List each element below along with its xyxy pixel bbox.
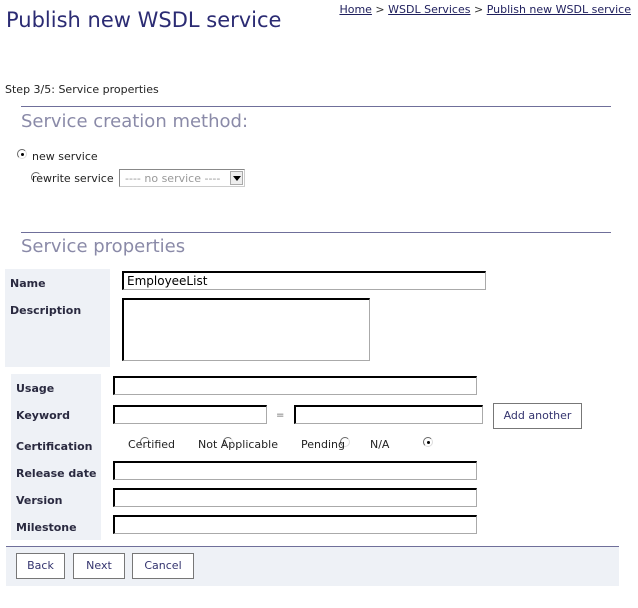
next-button[interactable]: Next [73, 553, 125, 579]
cancel-button[interactable]: Cancel [132, 553, 194, 579]
step-indicator: Step 3/5: Service properties [5, 83, 159, 96]
label-column [11, 374, 101, 540]
new-service-radio[interactable] [17, 149, 27, 159]
back-button[interactable]: Back [16, 553, 65, 579]
version-input[interactable] [113, 488, 477, 507]
release-date-label: Release date [16, 467, 97, 480]
keyword-equals-sign: = [276, 410, 285, 421]
usage-label: Usage [16, 382, 55, 395]
certification-na-label: N/A [370, 438, 390, 451]
add-another-keyword-button[interactable]: Add another [493, 403, 582, 429]
name-input-value: EmployeeList [127, 274, 208, 288]
breadcrumb-wsdl-services-link[interactable]: WSDL Services [388, 3, 470, 16]
section-divider [21, 106, 611, 107]
milestone-input[interactable] [113, 515, 477, 534]
certification-na-radio[interactable] [422, 437, 433, 447]
description-textarea[interactable] [122, 298, 370, 361]
breadcrumb-separator: > [473, 3, 484, 16]
service-select[interactable]: ---- no service ---- [119, 169, 245, 187]
section-divider [21, 232, 611, 233]
breadcrumb-publish-link[interactable]: Publish new WSDL service [487, 3, 631, 16]
breadcrumb-separator: > [375, 3, 385, 16]
keyword-label: Keyword [16, 409, 70, 422]
page-title: Publish new WSDL service [6, 8, 282, 32]
name-label: Name [10, 277, 46, 290]
creation-method-heading: Service creation method: [21, 111, 249, 132]
breadcrumb-home-link[interactable]: Home [339, 3, 371, 16]
release-date-input[interactable] [113, 461, 477, 480]
certification-certified-label: Certified [128, 438, 176, 451]
name-input[interactable]: EmployeeList [122, 271, 486, 290]
certification-label: Certification [16, 440, 93, 453]
version-label: Version [16, 494, 63, 507]
keyword-value-input[interactable] [294, 405, 483, 424]
service-select-value: ---- no service ---- [125, 172, 221, 185]
certification-not-applicable-label: Not Applicable [198, 438, 278, 451]
chevron-down-icon[interactable] [230, 171, 243, 185]
usage-input[interactable] [113, 376, 477, 395]
new-service-label: new service [32, 150, 98, 163]
certification-pending-label: Pending [301, 438, 345, 451]
milestone-label: Milestone [16, 521, 77, 534]
description-label: Description [10, 304, 82, 317]
properties-heading: Service properties [21, 236, 186, 257]
rewrite-service-label: rewrite service [32, 172, 114, 185]
keyword-key-input[interactable] [113, 405, 267, 424]
breadcrumb: Home > WSDL Services > Publish new WSDL … [339, 3, 631, 16]
